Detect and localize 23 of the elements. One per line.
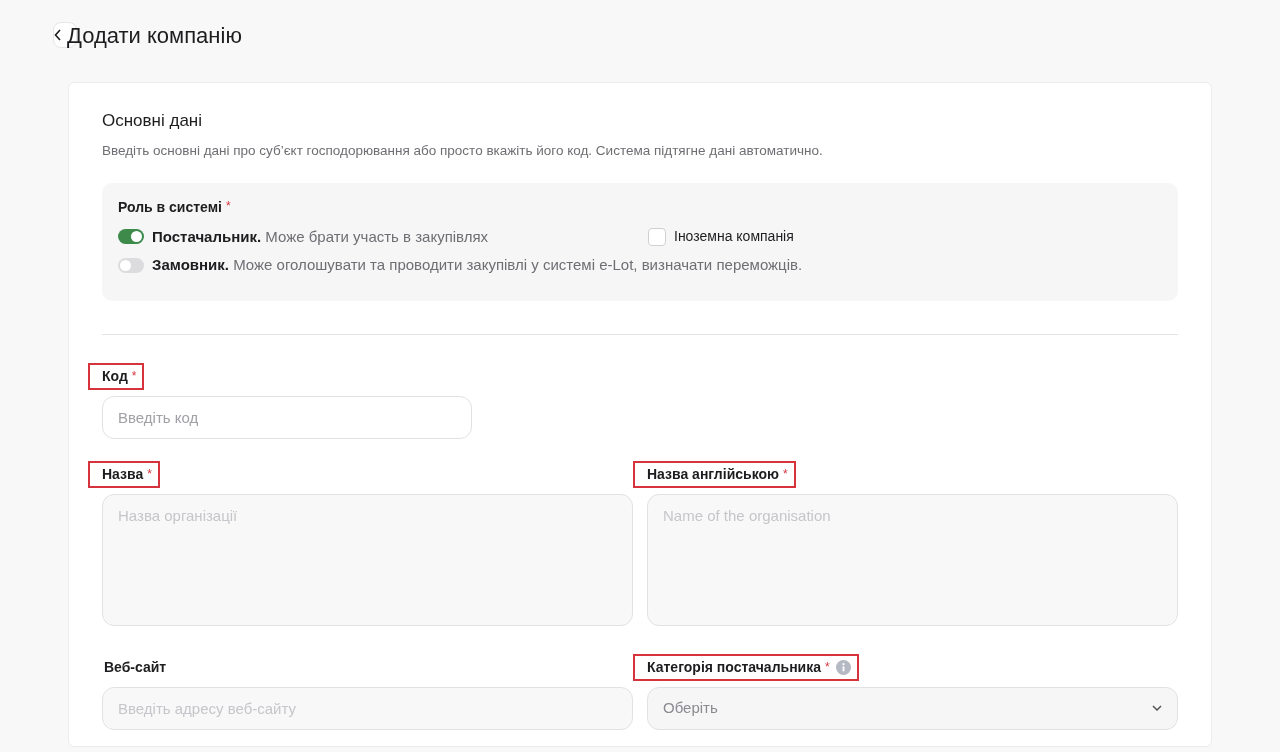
toggle-switch[interactable] xyxy=(118,257,144,273)
input-field[interactable]: Введіть код xyxy=(102,395,472,439)
field-label: Назва англійською xyxy=(647,464,779,484)
field-label: Категорія постачальника xyxy=(647,657,821,677)
required-mark: * xyxy=(825,659,830,677)
required-mark: * xyxy=(147,466,152,484)
field-label: Назва xyxy=(102,464,144,484)
chevron-down-icon xyxy=(1152,705,1162,712)
option-text: Замовник. Може оголошувати та проводити закупівлі у системі e-Lot, визначати переможців. xyxy=(152,255,803,276)
option-text: Постачальник. Може брати участь в закупівлях xyxy=(152,226,489,247)
section-description: Введіть основні дані про суб’єкт господорювання або просто вкажіть його код. Система підтягне дані автоматично. xyxy=(102,142,824,161)
toggle-switch[interactable] xyxy=(118,229,144,245)
required-mark: * xyxy=(782,466,788,484)
required-mark: * xyxy=(225,198,231,213)
section-title: Основні дані xyxy=(102,111,204,132)
checkbox[interactable] xyxy=(648,227,666,246)
field-label: Веб-сайт xyxy=(104,657,167,677)
chevron-left-icon xyxy=(54,29,62,41)
required-mark: * xyxy=(131,368,137,386)
page-title: Додати компанію xyxy=(67,22,242,50)
role-label: Роль в системі xyxy=(118,198,222,215)
checkbox-label: Іноземна компанія xyxy=(674,227,794,247)
field-label: Код xyxy=(102,366,128,386)
